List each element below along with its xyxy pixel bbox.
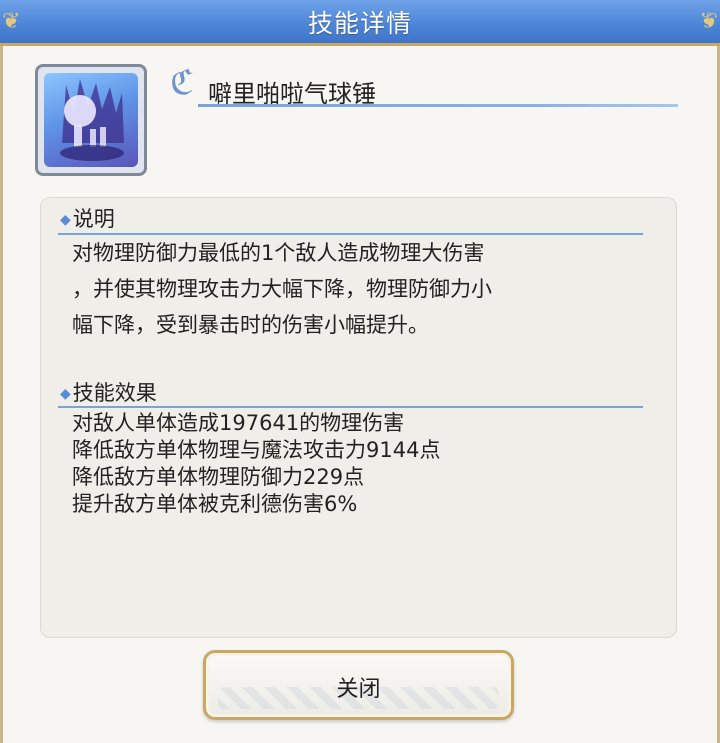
description-heading-label: 说明 — [72, 207, 115, 231]
description-text: 对物理防御力最低的1个敌人造成物理大伤害 ，并使其物理攻击力大幅下降，物理防御力… — [72, 235, 632, 343]
effect-line: 提升敌方单体被克利德伤害6% — [72, 492, 358, 516]
dialog-title-bar: ❦ 技能详情 ❦ — [0, 0, 720, 46]
effects-heading-label: 技能效果 — [72, 381, 157, 405]
description-line: ，并使其物理攻击力大幅下降，物理防御力小 — [72, 277, 492, 301]
effects-heading-underline — [58, 406, 643, 408]
effect-line: 对敌人单体造成197641的物理伤害 — [72, 411, 405, 435]
dialog-title: 技能详情 — [307, 9, 412, 38]
swirl-icon: ℭ — [170, 63, 194, 103]
effects-list: 对敌人单体造成197641的物理伤害 降低敌方单体物理与魔法攻击力9144点 降… — [72, 410, 632, 518]
description-line: 对物理防御力最低的1个敌人造成物理大伤害 — [72, 241, 485, 265]
description-line: 幅下降，受到暴击时的伤害小幅提升。 — [72, 313, 429, 337]
diamond-bullet-icon: ◆ — [60, 212, 71, 228]
hammer-balloon-skill-icon — [44, 73, 138, 167]
effects-heading: ◆技能效果 — [60, 377, 157, 407]
skill-icon-frame — [35, 64, 147, 176]
skill-detail-dialog: ❦ 技能详情 ❦ ℭ 噼里啪啦气球锤 ◆说明 对物理防御力最低的1个敌人造成物理… — [0, 0, 720, 743]
skill-name-header: ℭ 噼里啪啦气球锤 — [168, 62, 678, 112]
close-button[interactable]: 关闭 — [203, 650, 514, 720]
frame-border-left — [0, 46, 3, 743]
effect-line: 降低敌方单体物理与魔法攻击力9144点 — [72, 438, 441, 462]
skill-name-underline — [198, 104, 678, 107]
ornament-corner-icon: ❦ — [699, 9, 718, 34]
effect-line: 降低敌方单体物理防御力229点 — [72, 465, 365, 489]
diamond-bullet-icon: ◆ — [60, 386, 71, 402]
description-heading: ◆说明 — [60, 203, 115, 233]
close-button-label: 关闭 — [336, 677, 381, 702]
